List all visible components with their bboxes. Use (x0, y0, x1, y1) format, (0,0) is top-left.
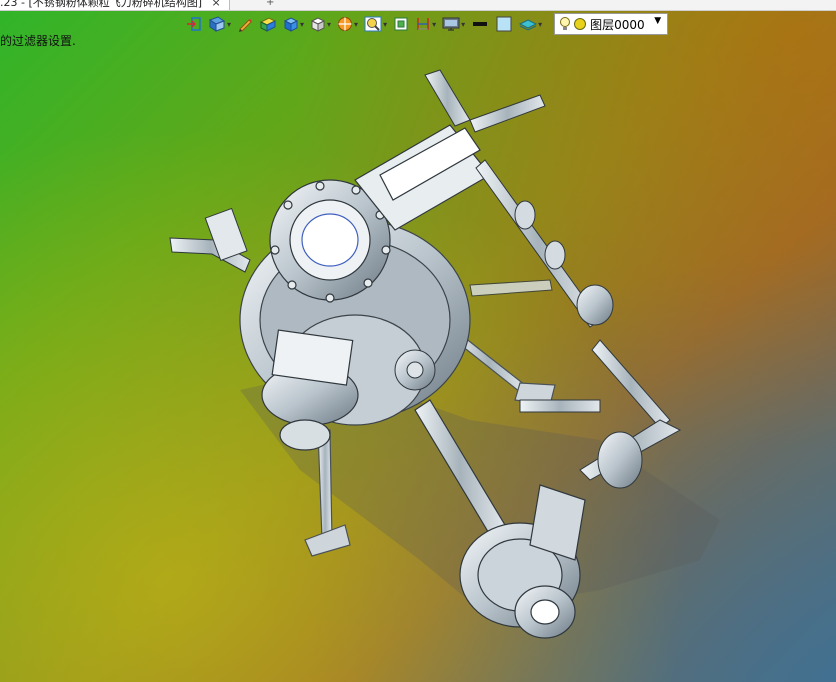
dropdown-arrow-icon: ▾ (461, 19, 466, 29)
exit-sketch-icon (187, 17, 201, 31)
dropdown-arrow-icon: ▾ (432, 19, 437, 29)
status-message: 的过滤器设置. (0, 34, 76, 48)
document-tab-strip: .23 - [不锈钢粉体颗粒飞刀粉碎机结构图] × + (0, 0, 836, 11)
layer-tool-button[interactable]: ▾ (517, 13, 544, 35)
shaded-display-button[interactable] (257, 13, 279, 35)
line-color-button[interactable] (469, 13, 491, 35)
layer-name: 图层0000 (590, 17, 645, 32)
cube-icon (283, 17, 299, 32)
machine-3d-model[interactable] (0, 0, 836, 682)
zoom-lens-icon (364, 16, 382, 32)
view-orient-button[interactable]: ▾ (206, 13, 233, 35)
dropdown-arrow-icon: ▾ (227, 19, 232, 29)
layer-dropdown-arrow-icon[interactable]: ▼ (654, 16, 661, 26)
sketch-pencil-button[interactable] (235, 13, 255, 35)
layer-select[interactable]: 图层0000 ▼ (554, 13, 669, 35)
monitor-icon (442, 17, 460, 31)
display-monitor-button[interactable]: ▾ (440, 13, 467, 35)
dimension-button[interactable]: ▾ (413, 13, 438, 35)
heads-up-toolbar: ▾ ▾ ▾ ▾ ▾ ▾ ▾ ▾ 图层0000 ▼ (184, 12, 669, 36)
hide-show-button[interactable]: ▾ (308, 13, 333, 35)
dropdown-arrow-icon: ▾ (538, 19, 543, 29)
dropdown-arrow-icon: ▾ (300, 19, 305, 29)
document-tab[interactable]: .23 - [不锈钢粉体颗粒飞刀粉碎机结构图] × (0, 0, 230, 10)
left-elbow (169, 207, 251, 273)
close-tab-icon[interactable]: × (212, 0, 221, 9)
shaded-box-icon (259, 17, 277, 32)
layer-visible-icon (574, 18, 587, 30)
new-tab-icon[interactable]: + (266, 0, 274, 8)
pencil-icon (239, 19, 253, 32)
view-orient-icon (208, 16, 226, 32)
zoom-button[interactable]: ▾ (362, 13, 389, 35)
lightbulb-icon (560, 17, 571, 30)
graphics-viewport[interactable]: .23 - [不锈钢粉体颗粒飞刀粉碎机结构图] × + 的过滤器设置. ▾ ▾ … (0, 0, 836, 682)
fit-view-icon (394, 17, 408, 31)
fill-color-button[interactable] (493, 13, 515, 35)
document-tab-title: .23 - [不锈钢粉体颗粒飞刀粉碎机结构图] (0, 0, 203, 9)
sensor-disc (394, 349, 436, 391)
dropdown-arrow-icon: ▾ (354, 19, 359, 29)
dimension-icon (417, 18, 429, 30)
section-view-icon (338, 17, 353, 31)
white-cube-icon (310, 17, 326, 32)
exit-sketch-button[interactable] (184, 13, 204, 35)
fit-view-button[interactable] (391, 13, 411, 35)
fill-color-icon (496, 16, 512, 32)
layer-tool-icon (519, 19, 538, 31)
line-color-icon (473, 22, 488, 26)
section-view-button[interactable]: ▾ (335, 13, 360, 35)
dropdown-arrow-icon: ▾ (327, 19, 332, 29)
dropdown-arrow-icon: ▾ (383, 19, 388, 29)
display-style-button[interactable]: ▾ (281, 13, 306, 35)
